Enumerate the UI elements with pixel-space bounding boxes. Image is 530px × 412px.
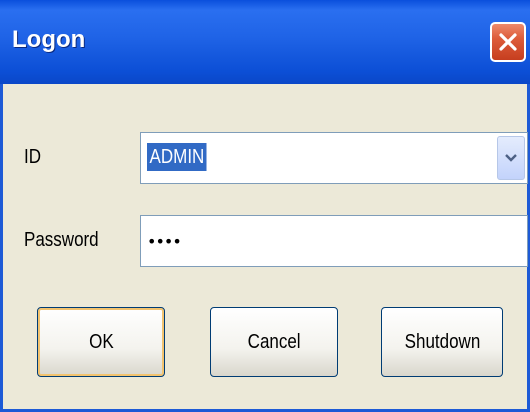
password-field[interactable] bbox=[140, 215, 528, 267]
ok-button[interactable]: OK bbox=[37, 307, 165, 377]
shutdown-button-label: Shutdown bbox=[404, 330, 480, 353]
password-label: Password bbox=[24, 229, 99, 251]
id-combobox[interactable]: ADMIN bbox=[140, 132, 528, 184]
titlebar[interactable]: Logon bbox=[0, 0, 530, 84]
ok-button-label: OK bbox=[88, 330, 114, 353]
shutdown-button[interactable]: Shutdown bbox=[381, 307, 503, 377]
cancel-button-label: Cancel bbox=[247, 330, 301, 353]
cancel-button[interactable]: Cancel bbox=[210, 307, 338, 377]
close-icon bbox=[499, 33, 517, 51]
close-button[interactable] bbox=[490, 22, 526, 62]
window-title: Logon bbox=[12, 26, 86, 53]
id-label: ID bbox=[24, 146, 41, 168]
chevron-down-icon bbox=[505, 154, 517, 162]
id-dropdown-button[interactable] bbox=[497, 136, 525, 180]
id-value: ADMIN bbox=[147, 143, 207, 171]
logon-dialog: Logon ID ADMIN Password OK Cancel Shutdo… bbox=[0, 0, 530, 412]
